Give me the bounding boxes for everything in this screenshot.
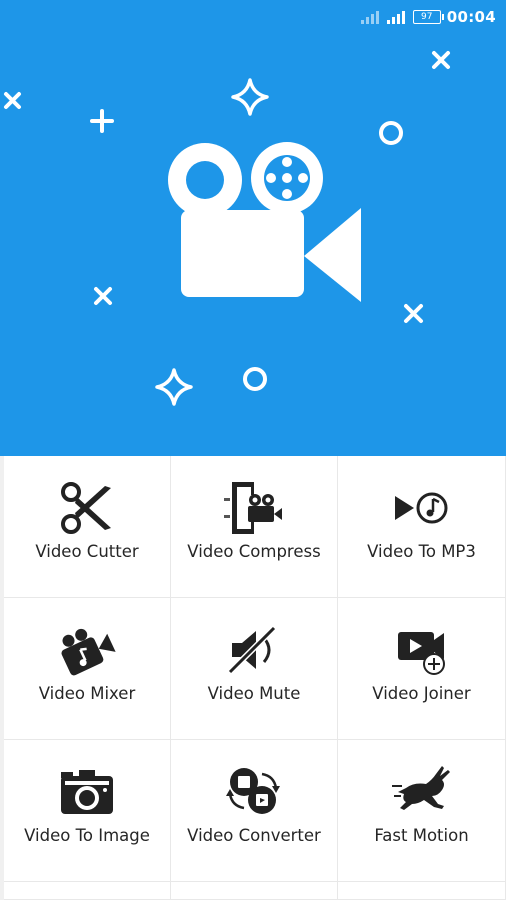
close-mark-icon	[94, 287, 112, 305]
play-music-note-icon	[394, 492, 447, 524]
tool-label: Video Converter	[187, 826, 321, 845]
close-mark-icon	[4, 92, 21, 109]
close-mark-icon	[432, 51, 450, 69]
signal-strong-icon	[386, 11, 405, 24]
tool-tile-video-compress[interactable]: Video Compress	[171, 456, 338, 598]
tool-tile-partial[interactable]	[338, 882, 506, 900]
tool-label: Video To MP3	[367, 542, 476, 561]
status-indicators: 97 00:04	[360, 0, 496, 34]
tool-tile-partial[interactable]	[4, 882, 171, 900]
tool-label: Video Mute	[207, 684, 301, 703]
battery-indicator: 97	[412, 10, 444, 24]
tool-tile-video-mute[interactable]: Video Mute	[171, 598, 338, 740]
ring-mark-icon	[243, 367, 267, 391]
battery-level: 97	[421, 11, 433, 22]
hero-illustration	[4, 51, 450, 406]
tool-tile-video-converter[interactable]: Video Converter	[171, 740, 338, 882]
tool-tile-partial[interactable]	[171, 882, 338, 900]
ring-mark-icon	[379, 121, 403, 145]
tool-label: Video Cutter	[35, 542, 139, 561]
plus-mark-icon	[90, 109, 114, 133]
convert-arrows-icon	[226, 768, 280, 814]
tool-label: Video Mixer	[38, 684, 136, 703]
tool-label: Video To Image	[24, 826, 150, 845]
tool-tile-video-cutter[interactable]: Video Cutter	[4, 456, 171, 598]
tool-label: Fast Motion	[374, 826, 469, 845]
hero-banner	[0, 34, 506, 456]
signal-weak-icon	[360, 11, 379, 24]
tool-tile-video-to-image[interactable]: Video To Image	[4, 740, 171, 882]
sparkle-icon	[155, 368, 193, 406]
tool-tile-video-to-mp3[interactable]: Video To MP3	[338, 456, 506, 598]
tool-label: Video Compress	[187, 542, 321, 561]
tool-grid: Video Cutter Video Compress Video To MP3…	[4, 456, 506, 900]
scissors-icon	[61, 482, 111, 534]
tool-tile-fast-motion[interactable]: Fast Motion	[338, 740, 506, 882]
close-mark-icon	[404, 304, 423, 323]
tool-tile-video-joiner[interactable]: Video Joiner	[338, 598, 506, 740]
clock: 00:04	[446, 8, 496, 26]
status-bar: 97 00:04	[0, 0, 506, 34]
running-rabbit-icon	[391, 766, 450, 810]
clamp-camera-icon	[224, 482, 282, 534]
video-camera-logo-icon	[168, 142, 361, 302]
camera-music-note-icon	[61, 628, 116, 676]
tool-label: Video Joiner	[372, 684, 471, 703]
photo-camera-icon	[61, 770, 113, 814]
video-add-icon	[397, 632, 445, 675]
tool-tile-video-mixer[interactable]: Video Mixer	[4, 598, 171, 740]
sparkle-icon	[231, 78, 269, 116]
muted-speaker-icon	[227, 625, 277, 675]
